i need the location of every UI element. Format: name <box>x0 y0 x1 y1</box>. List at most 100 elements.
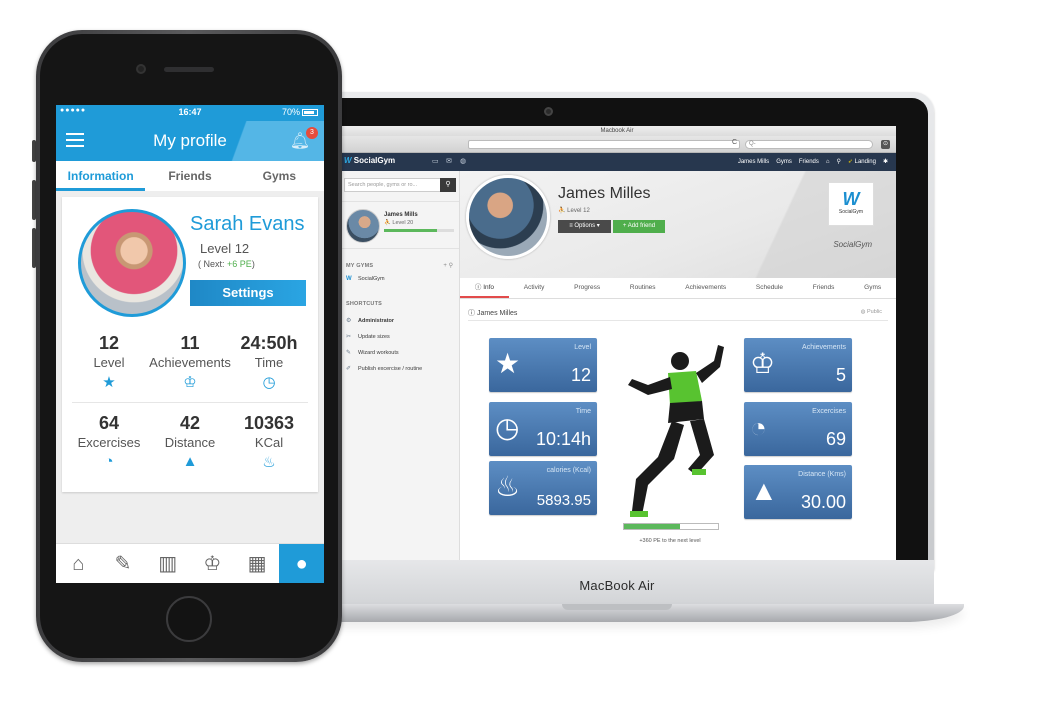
sidebar: Search people, gyms or ro... ⚲ James Mil… <box>338 171 460 560</box>
search-icon[interactable]: ⚲ <box>440 178 456 192</box>
search-icon[interactable]: ⚲ <box>449 263 453 269</box>
home-icon[interactable]: ⌂ <box>826 159 830 165</box>
stat-excercises: ◔ Excercises 69 <box>744 402 852 456</box>
visibility-text: Public <box>867 309 882 315</box>
device-mockup-stage: MacBook Air Macbook Air C Q- ⊙ W SocialG… <box>0 0 1038 716</box>
stat-label: Level <box>93 355 125 370</box>
profile-photo <box>466 175 550 259</box>
status-bar: ●●●●● 16:47 70% <box>56 105 324 121</box>
gear-icon[interactable]: ✱ <box>883 158 888 165</box>
plus-icon[interactable]: + <box>443 263 447 269</box>
home-icon[interactable]: ⌂ <box>56 544 101 583</box>
shortcuts-title: SHORTCUTS <box>346 301 383 307</box>
laptop-icon[interactable]: ▭ <box>432 157 439 165</box>
settings-button[interactable]: Settings <box>190 280 306 306</box>
next-prefix: ( Next: <box>198 259 225 269</box>
profile-main: James Milles ⛹ Level 12 ≡ Options ▾ + Ad… <box>460 171 896 560</box>
sidebar-gym-item[interactable]: W SocialGym <box>346 276 385 282</box>
mail-icon[interactable]: ✉ <box>446 157 452 165</box>
reader-icon[interactable]: ⊙ <box>881 140 890 149</box>
phone-home-button[interactable] <box>166 596 212 642</box>
battery-percent: 70% <box>281 107 300 117</box>
globe-icon[interactable]: ◍ <box>460 157 466 165</box>
shortcut-publish[interactable]: ✐ Publish excercise / routine <box>346 365 422 373</box>
sidebar-level-progress-fill <box>384 229 437 232</box>
gym-logo[interactable]: W SocialGym <box>828 182 874 226</box>
profile-name: James Milles <box>558 185 651 202</box>
profile-photo <box>78 209 186 317</box>
next-pe: +6 PE <box>227 259 252 269</box>
stat-label: Achievements <box>149 355 231 370</box>
sidebar-search-placeholder: Search people, gyms or ro... <box>348 182 418 188</box>
browser-search-field[interactable]: Q- <box>745 140 873 149</box>
tab-progress[interactable]: Progress <box>559 278 615 298</box>
nav-link-gyms[interactable]: Gyms <box>776 159 792 165</box>
flame-icon: ♨ <box>262 454 276 471</box>
edit-icon[interactable]: ✎ <box>101 544 146 583</box>
calendar-icon[interactable]: ▦ <box>235 544 280 583</box>
sidebar-search-input[interactable]: Search people, gyms or ro... ⚲ <box>344 178 456 192</box>
phone-camera <box>136 64 146 74</box>
road-icon: ▲ <box>750 475 778 506</box>
stat-value: 69 <box>825 429 846 449</box>
url-bar[interactable]: C <box>468 139 740 149</box>
tab-achievements[interactable]: Achievements <box>670 278 741 298</box>
nav-link-user[interactable]: James Mills <box>738 159 769 165</box>
stat-level: ★ Level 12 <box>489 338 597 392</box>
stat-value: 5893.95 <box>536 492 591 509</box>
user-icon[interactable]: ● <box>279 544 324 583</box>
browser-titlebar: Macbook Air <box>338 126 896 136</box>
sidebar-user-name: James Mills <box>384 212 418 218</box>
divider <box>468 320 888 321</box>
tab-information[interactable]: Information <box>56 161 146 191</box>
avatar <box>346 209 380 243</box>
stat-label: Time <box>254 355 284 370</box>
tab-routines[interactable]: Routines <box>615 278 670 298</box>
stat-label: Excercises <box>77 435 141 450</box>
info-section-title: ⓘ James Milles <box>468 310 518 317</box>
page-title: My profile <box>153 131 227 150</box>
my-gyms-title: MY GYMS <box>346 263 374 269</box>
next-level-hint: ( Next: +6 PE) <box>198 259 255 269</box>
nav-link-friends[interactable]: Friends <box>799 159 819 165</box>
profile-tabs: Information Friends Gyms <box>56 161 324 191</box>
tab-activity[interactable]: Activity <box>509 278 559 298</box>
bottom-tabbar: ⌂ ✎ ▥ ♔ ▦ ● <box>56 543 324 583</box>
shortcut-wizard-workouts[interactable]: ✎ Wizard workouts <box>346 349 399 357</box>
nav-link-landing[interactable]: ➶ Landing <box>848 158 876 165</box>
shortcut-label: Wizard workouts <box>358 349 399 356</box>
shortcut-administrator[interactable]: ⚙ Administrator <box>346 317 394 325</box>
tab-friends[interactable]: Friends <box>798 278 849 298</box>
chart-icon[interactable]: ▥ <box>145 544 190 583</box>
tab-schedule[interactable]: Schedule <box>741 278 798 298</box>
stat-distance: 42 Distance ▲ <box>148 413 232 471</box>
tab-gyms[interactable]: Gyms <box>849 278 896 298</box>
stat-time: 24:50h Time ◷ <box>227 333 311 391</box>
search-icon[interactable]: ⚲ <box>837 158 841 165</box>
phone-screen: ●●●●● 16:47 70% My profile 🔔︎ 3 Informat… <box>56 105 324 583</box>
sidebar-gym-label: SocialGym <box>358 276 385 282</box>
nav-right-links: James Mills Gyms Friends ⌂ ⚲ ➶ Landing ✱ <box>738 158 888 166</box>
stat-label: Excercises <box>812 408 846 415</box>
tab-friends[interactable]: Friends <box>145 161 234 191</box>
logo-w-icon: W <box>344 156 352 165</box>
app-logo[interactable]: W SocialGym <box>344 156 395 165</box>
shortcut-update-sizes[interactable]: ✂ Update sizes <box>346 333 390 341</box>
stat-achievements: 11 Achievements ♔ <box>148 333 232 391</box>
trophy-icon[interactable]: ♔ <box>190 544 235 583</box>
reload-icon[interactable]: C <box>732 139 737 146</box>
stat-label: KCal <box>254 435 284 450</box>
my-gyms-tools: + ⚲ <box>443 262 453 269</box>
gym-logo-name: SocialGym <box>838 209 864 215</box>
options-button[interactable]: ≡ Options ▾ <box>558 220 611 233</box>
stat-value: 11 <box>180 333 200 353</box>
tab-gyms[interactable]: Gyms <box>235 161 324 191</box>
add-friend-button[interactable]: + Add friend <box>613 220 665 233</box>
gauge-icon: ◔ <box>104 453 114 470</box>
sidebar-user-card[interactable]: James Mills ⛹ Level 20 <box>338 201 459 249</box>
phone-speaker <box>164 67 214 72</box>
stat-value: 10363 <box>243 413 295 433</box>
tab-info[interactable]: ⓘ Info <box>460 278 509 298</box>
profile-tabs: ⓘ Info Activity Progress Routines Achiev… <box>460 278 896 299</box>
stat-value: 30.00 <box>800 492 846 512</box>
